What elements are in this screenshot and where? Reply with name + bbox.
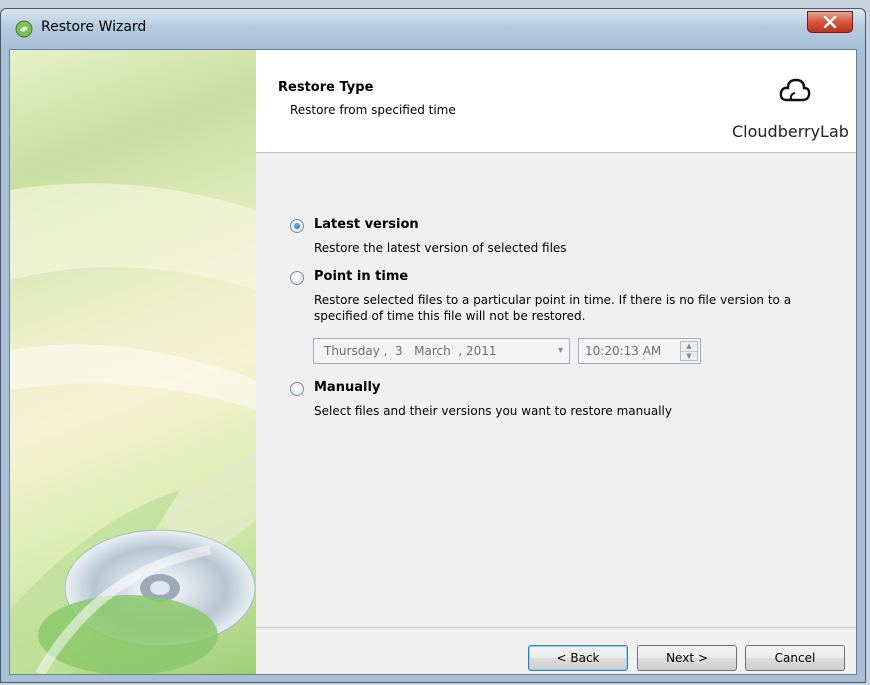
close-button[interactable] bbox=[807, 11, 853, 33]
wizard-header: Restore Type Restore from specified time… bbox=[256, 50, 856, 153]
spin-up-icon[interactable]: ▲ bbox=[681, 342, 697, 351]
app-leaf-icon bbox=[15, 20, 33, 38]
chevron-down-icon[interactable]: ▾ bbox=[558, 345, 563, 356]
desc-manually: Select files and their versions you want… bbox=[314, 404, 672, 418]
restore-wizard-window: Restore Wizard Restore Type Restore from… bbox=[0, 8, 866, 683]
decorative-side-image bbox=[10, 50, 256, 674]
cancel-button[interactable]: Cancel bbox=[745, 645, 845, 671]
desc-point-in-time-line2: specified of time this file will not be … bbox=[314, 309, 586, 323]
label-latest-version[interactable]: Latest version bbox=[314, 217, 419, 232]
desc-point-in-time-line1: Restore selected files to a particular p… bbox=[314, 293, 792, 307]
restore-type-options: Latest version Restore the latest versio… bbox=[256, 153, 856, 583]
date-value: Thursday , 3 March , 2011 bbox=[324, 344, 497, 358]
label-manually[interactable]: Manually bbox=[314, 380, 380, 395]
desc-latest-version: Restore the latest version of selected f… bbox=[314, 241, 567, 255]
title-bar[interactable]: Restore Wizard bbox=[1, 9, 865, 49]
label-point-in-time[interactable]: Point in time bbox=[314, 269, 408, 284]
cloud-icon bbox=[778, 74, 812, 111]
spin-down-icon[interactable]: ▼ bbox=[681, 351, 697, 361]
logo-text: CloudberryLab bbox=[732, 122, 849, 141]
radio-point-in-time[interactable] bbox=[290, 271, 304, 285]
footer-divider bbox=[256, 627, 856, 628]
window-title: Restore Wizard bbox=[41, 19, 147, 35]
time-spinner[interactable]: ▲ ▼ bbox=[680, 341, 698, 361]
radio-manually[interactable] bbox=[290, 382, 304, 396]
time-picker[interactable]: 10:20:13 AM ▲ ▼ bbox=[578, 338, 701, 364]
time-value: 10:20:13 AM bbox=[585, 344, 662, 358]
close-icon bbox=[823, 16, 837, 28]
back-button[interactable]: < Back bbox=[528, 645, 628, 671]
next-button[interactable]: Next > bbox=[637, 645, 737, 671]
radio-latest-version[interactable] bbox=[290, 219, 304, 233]
page-title: Restore Type bbox=[278, 80, 374, 95]
page-subtitle: Restore from specified time bbox=[290, 103, 456, 117]
wizard-frame: Restore Type Restore from specified time… bbox=[9, 49, 857, 675]
date-picker[interactable]: Thursday , 3 March , 2011 ▾ bbox=[313, 338, 570, 364]
